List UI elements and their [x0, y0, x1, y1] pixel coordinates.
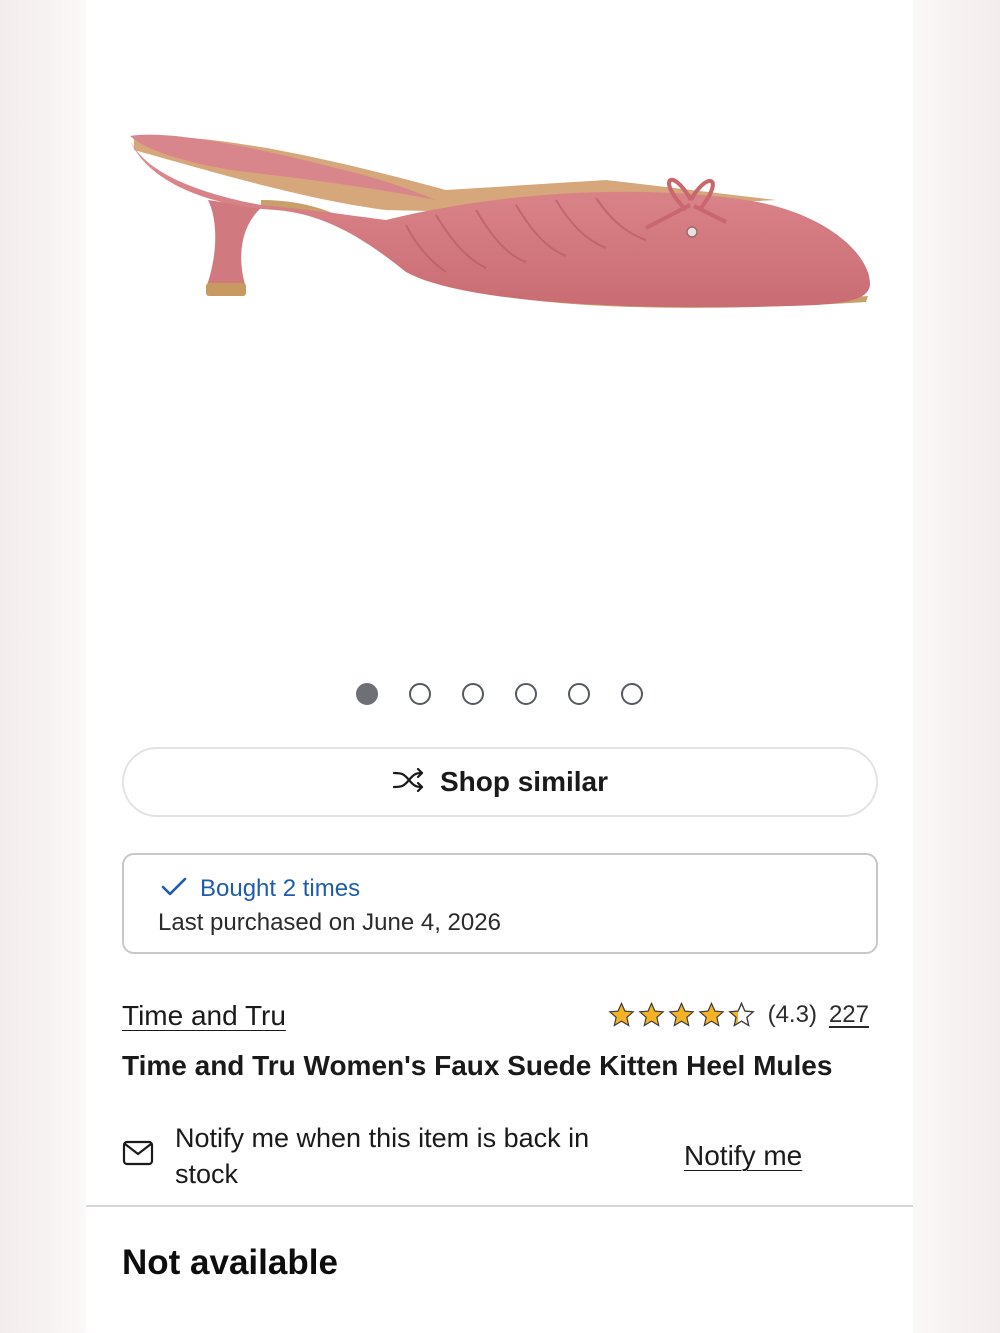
notify-me-link[interactable]: Notify me — [684, 1140, 802, 1172]
availability-status: Not available — [122, 1243, 338, 1282]
star-full-icon — [698, 1001, 725, 1027]
mail-icon — [122, 1140, 154, 1171]
shuffle-icon — [392, 767, 426, 797]
star-partial-icon — [728, 1001, 755, 1027]
star-rating — [607, 1001, 756, 1029]
notify-description: Notify me when this item is back in stoc… — [175, 1123, 590, 1189]
back-in-stock-notification: Notify me when this item is back in stoc… — [122, 1120, 878, 1190]
carousel-dot-1[interactable] — [356, 683, 378, 705]
pink-kitten-heel-mule-image — [130, 134, 871, 308]
carousel-dot-6[interactable] — [621, 683, 643, 705]
bought-count-text: Bought 2 times — [200, 875, 361, 902]
carousel-dot-5[interactable] — [568, 683, 590, 705]
star-full-icon — [638, 1001, 665, 1027]
carousel-dot-2[interactable] — [409, 683, 431, 705]
purchase-history-card: Bought 2 times Last purchased on June 4,… — [122, 853, 878, 954]
carousel-dot-4[interactable] — [515, 683, 537, 705]
product-image[interactable] — [86, 0, 913, 660]
star-full-icon — [668, 1001, 695, 1027]
brand-link[interactable]: Time and Tru — [122, 1000, 286, 1032]
star-full-icon — [608, 1001, 635, 1027]
checkmark-icon — [160, 876, 188, 903]
background-right — [913, 0, 1000, 1333]
section-divider — [86, 1205, 913, 1207]
background-left — [0, 0, 86, 1333]
review-count-link[interactable]: 227 — [829, 1001, 869, 1029]
shop-similar-label: Shop similar — [439, 766, 609, 797]
rating-value: (4.3) — [767, 1001, 817, 1028]
shop-similar-button[interactable]: Shop similar — [122, 747, 878, 817]
product-page: Shop similar Bought 2 times Last purchas… — [86, 0, 913, 1333]
carousel-dot-3[interactable] — [462, 683, 484, 705]
product-title: Time and Tru Women's Faux Suede Kitten H… — [122, 1050, 833, 1081]
last-purchased-date: Last purchased on June 4, 2026 — [158, 909, 501, 936]
product-rating: (4.3) 227 — [607, 1001, 869, 1029]
